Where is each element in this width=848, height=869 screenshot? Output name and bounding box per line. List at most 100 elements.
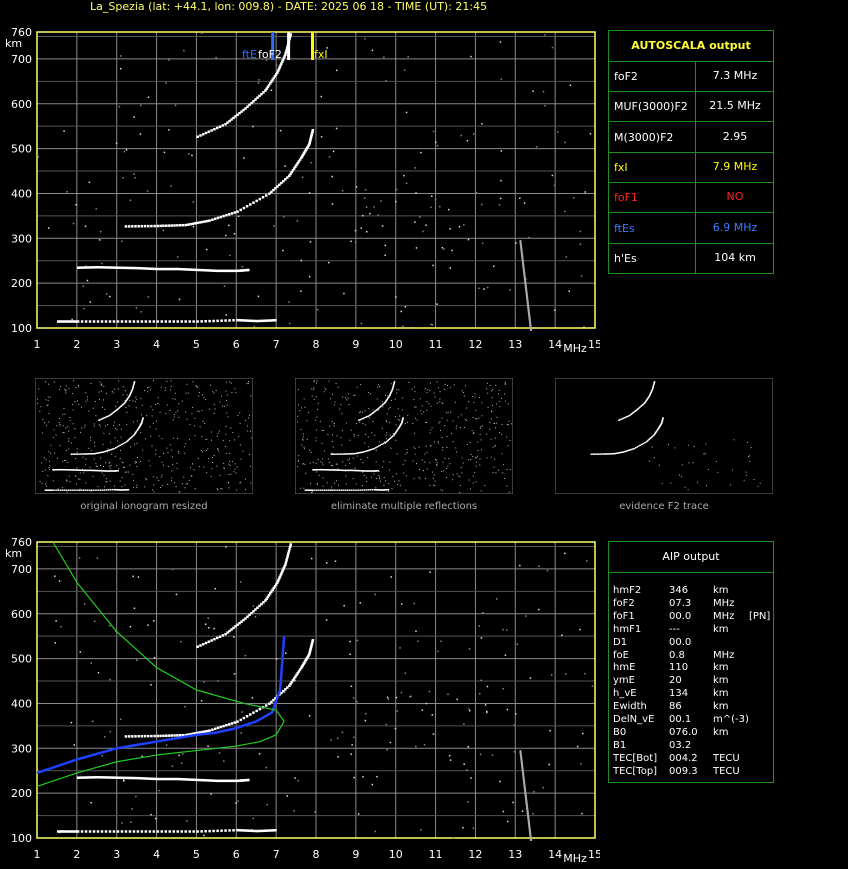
noise-point — [233, 673, 236, 675]
trace-point — [191, 222, 195, 226]
x-tick-label: 4 — [153, 338, 160, 351]
trace-point — [167, 224, 171, 227]
thumb-noise — [152, 476, 154, 478]
noise-point — [109, 730, 112, 733]
noise-point — [408, 696, 411, 698]
thumb-trace — [73, 489, 75, 491]
thumb-noise — [443, 470, 445, 472]
trace-point — [255, 199, 258, 203]
noise-point — [99, 230, 102, 233]
noise-point — [122, 779, 125, 781]
thumb-noise — [194, 435, 196, 437]
thumb-noise — [342, 461, 344, 463]
noise-point — [223, 285, 226, 287]
thumb-noise — [436, 464, 438, 466]
thumb-noise — [753, 478, 755, 480]
thumb-trace — [330, 453, 333, 455]
thumb-noise — [198, 395, 200, 397]
thumb-noise — [421, 405, 423, 407]
noise-point — [384, 244, 387, 247]
thumb-trace — [327, 489, 330, 491]
thumb-trace — [596, 453, 599, 455]
noise-point — [251, 697, 254, 699]
trace-point — [220, 829, 223, 832]
x-tick-label: 7 — [273, 848, 280, 861]
thumb-noise — [674, 447, 676, 449]
thumb-noise — [128, 405, 130, 407]
thumb-noise — [348, 458, 350, 460]
noise-point — [360, 322, 363, 325]
noise-point — [580, 763, 582, 765]
thumb-noise — [129, 464, 131, 466]
thumb-noise — [449, 463, 451, 465]
thumb-noise — [191, 413, 193, 415]
thumb-noise — [114, 427, 116, 429]
thumb-noise — [74, 458, 76, 460]
noise-point — [350, 753, 352, 755]
thumb-noise — [405, 453, 407, 455]
thumb-noise — [426, 451, 428, 453]
thumb-noise — [323, 450, 325, 452]
thumb-noise — [149, 389, 151, 391]
x-tick-label: 2 — [73, 338, 80, 351]
noise-point — [201, 32, 203, 34]
thumb-noise — [104, 486, 106, 488]
noise-point — [135, 307, 138, 309]
noise-point — [96, 557, 99, 559]
thumb-noise — [653, 457, 655, 459]
thumb-trace — [88, 489, 91, 491]
thumb-noise — [132, 421, 134, 423]
noise-point — [538, 608, 540, 611]
aip-param-name: DelN_vE — [613, 714, 655, 725]
trace-point — [205, 729, 209, 733]
thumb-noise — [411, 388, 413, 390]
thumb-noise — [39, 410, 41, 412]
thumb-noise — [37, 402, 39, 404]
thumb-trace — [116, 446, 118, 448]
y-tick-label: 600 — [11, 608, 32, 621]
noise-point — [519, 564, 521, 567]
trace-point — [173, 224, 176, 227]
thumb-noise — [60, 386, 62, 388]
thumb-trace — [106, 415, 108, 418]
trace-point — [239, 718, 242, 722]
thumb-noise — [386, 432, 388, 434]
thumb-noise — [101, 472, 103, 474]
trace-point — [148, 320, 152, 323]
thumb-noise — [441, 437, 443, 439]
thumb-noise — [316, 483, 318, 485]
trace-point — [199, 644, 202, 647]
noise-point — [282, 249, 284, 252]
noise-point — [515, 242, 517, 244]
trace-point — [188, 830, 191, 833]
thumb-noise — [489, 385, 491, 387]
thumb-noise — [651, 446, 653, 448]
thumb-trace — [378, 445, 380, 447]
thumb-noise — [212, 391, 214, 393]
thumb-noise — [162, 484, 164, 486]
thumb-noise — [375, 449, 377, 451]
noise-point — [233, 636, 235, 638]
thumb-noise — [213, 454, 215, 456]
thumb-noise — [217, 448, 219, 450]
thumb-noise — [50, 452, 52, 454]
thumb-noise — [231, 392, 233, 394]
noise-point — [54, 575, 56, 577]
thumb-noise — [331, 486, 333, 488]
thumb-noise — [475, 465, 477, 467]
thumb-noise — [394, 398, 396, 400]
thumb-noise — [385, 394, 387, 396]
noise-point — [521, 810, 524, 812]
trace-point — [236, 210, 239, 213]
noise-point — [330, 739, 332, 741]
trace-point — [153, 224, 156, 228]
noise-point — [506, 629, 508, 631]
noise-point — [533, 790, 535, 793]
noise-point — [512, 801, 514, 804]
noise-point — [294, 777, 296, 779]
thumb-noise — [693, 446, 695, 448]
thumb-noise — [52, 480, 54, 482]
noise-point — [415, 745, 417, 748]
noise-point — [385, 80, 387, 82]
thumb-noise — [198, 411, 200, 413]
